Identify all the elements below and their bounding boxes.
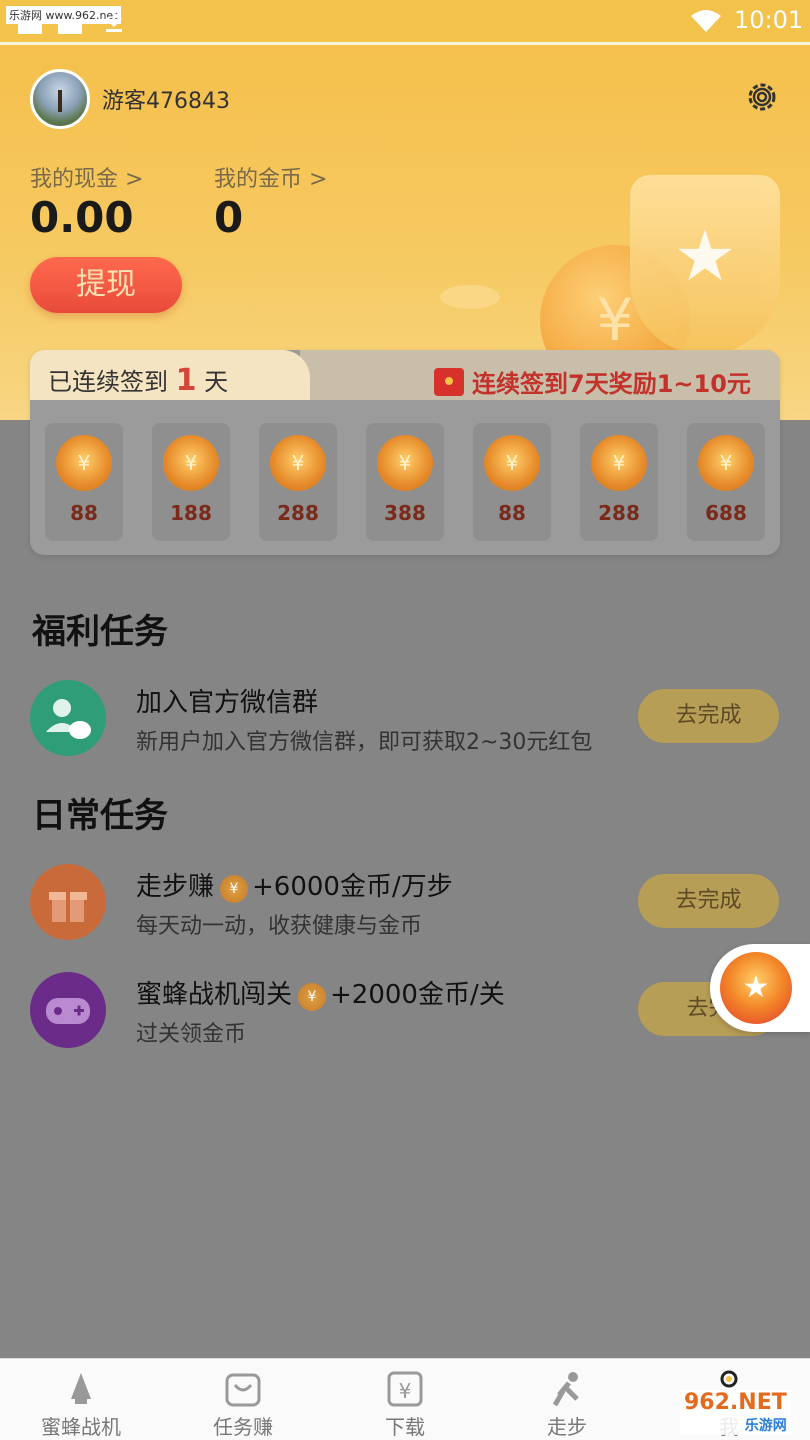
nav-item-bee-fighter[interactable]: 蜜蜂战机	[0, 1359, 162, 1440]
complete-task-button[interactable]: 去完成	[638, 689, 779, 743]
avatar[interactable]	[30, 69, 90, 129]
signin-day-value: 388	[384, 501, 426, 525]
nav-label: 下载	[385, 1415, 425, 1439]
signin-day[interactable]: ¥ 88	[473, 423, 551, 541]
signin-reward-title[interactable]: 连续签到7天奖励1~10元	[434, 364, 751, 399]
running-icon	[552, 1372, 579, 1407]
yuan-download-icon: ¥	[387, 1371, 423, 1407]
status-bar: 乐游网 www.962.net 10:01	[0, 0, 810, 42]
cash-label-link[interactable]: 我的现金 >	[30, 161, 143, 193]
task-desc: 过关领金币	[136, 1022, 247, 1047]
nav-item-walk[interactable]: 走步	[486, 1359, 648, 1440]
signin-day-value: 288	[277, 501, 319, 525]
nav-label: 走步	[547, 1415, 587, 1439]
coin-value: 0	[214, 193, 244, 242]
coin-icon: ¥	[220, 875, 249, 903]
task-title: 蜜蜂战机闯关 ¥ +2000金币/关	[136, 980, 505, 1011]
gift-icon	[30, 864, 106, 940]
clock-time: 10:01	[734, 6, 804, 34]
medal-icon: ★	[720, 952, 792, 1024]
task-desc: 新用户加入官方微信群，即可获取2~30元红包	[136, 730, 593, 755]
task-desc: 每天动一动，收获健康与金币	[136, 914, 423, 939]
coin-icon: ¥	[377, 435, 433, 491]
coin-icon: ¥	[270, 435, 326, 491]
coin-icon: ¥	[591, 435, 647, 491]
section-title-daily: 日常任务	[32, 796, 168, 836]
section-title-welfare: 福利任务	[32, 612, 168, 652]
signin-streak-days: 1	[175, 363, 197, 398]
signin-day[interactable]: ¥ 688	[687, 423, 765, 541]
nav-item-download[interactable]: ¥ 下载	[324, 1359, 486, 1440]
wifi-icon	[691, 10, 721, 32]
site-watermark: 962.NET 乐游网	[680, 1390, 791, 1435]
trophy-decoration-icon: ★	[630, 175, 780, 355]
signin-day-value: 288	[598, 501, 640, 525]
task-title: 走步赚 ¥ +6000金币/万步	[136, 872, 453, 903]
rocket-icon	[71, 1373, 91, 1404]
nav-label: 任务赚	[213, 1415, 273, 1439]
nav-item-tasks[interactable]: 任务赚	[162, 1359, 324, 1440]
signin-day-value: 688	[705, 501, 747, 525]
download-icon	[105, 8, 123, 32]
red-envelope-icon	[434, 368, 464, 396]
signin-day[interactable]: ¥ 288	[580, 423, 658, 541]
nav-label: 蜜蜂战机	[41, 1415, 121, 1439]
signin-day[interactable]: ¥ 288	[259, 423, 337, 541]
task-title: 加入官方微信群	[136, 688, 319, 718]
gamepad-icon	[30, 972, 106, 1048]
wechat-group-icon	[30, 680, 106, 756]
withdraw-button[interactable]: 提现	[30, 257, 182, 313]
signin-day[interactable]: ¥ 188	[152, 423, 230, 541]
coin-icon: ¥	[163, 435, 219, 491]
coin-icon: ¥	[698, 435, 754, 491]
signin-day[interactable]: ¥ 88	[45, 423, 123, 541]
bag-icon	[225, 1373, 261, 1407]
decor-cloud	[440, 285, 500, 309]
coin-icon: ¥	[56, 435, 112, 491]
signin-day-value: 88	[70, 501, 98, 525]
signin-streak: 已连续签到 1 天	[48, 363, 229, 398]
svg-text:¥: ¥	[399, 1379, 412, 1403]
floating-reward-button[interactable]: ★	[710, 944, 810, 1032]
coin-label-link[interactable]: 我的金币 >	[214, 161, 327, 193]
complete-task-button[interactable]: 去完成	[638, 874, 779, 928]
signin-day-value: 188	[170, 501, 212, 525]
signin-day-value: 88	[498, 501, 526, 525]
gear-icon[interactable]	[744, 79, 780, 115]
coin-icon: ¥	[298, 983, 327, 1011]
signin-day[interactable]: ¥ 388	[366, 423, 444, 541]
cash-value: 0.00	[30, 193, 134, 242]
coin-icon: ¥	[484, 435, 540, 491]
username: 游客476843	[102, 89, 230, 114]
